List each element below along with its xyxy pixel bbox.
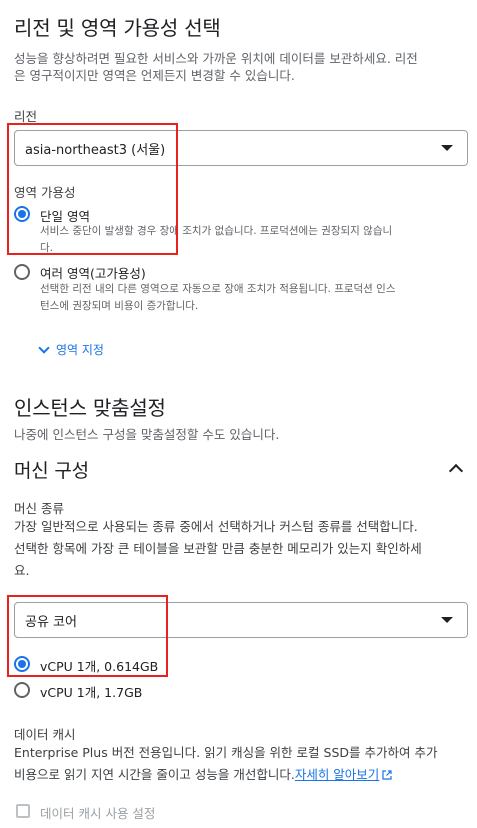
multi-zone-desc-line2: 턴스에 권장되며 비용이 증가합니다.: [40, 300, 199, 312]
region-description-line2: 은 영구적이지만 영역은 언제든지 변경할 수 있습니다.: [14, 68, 295, 83]
machine-section-title: 머신 구성: [14, 460, 89, 482]
instance-section-title: 인스턴스 맞춤설정: [14, 396, 166, 420]
data-cache-desc-line1: Enterprise Plus 버전 전용입니다. 읽기 캐싱을 위한 로컬 S…: [14, 745, 438, 760]
highlight-box-machine: [7, 595, 168, 677]
data-cache-checkbox-label: 데이터 캐시 사용 설정: [40, 806, 156, 821]
data-cache-checkbox[interactable]: [16, 804, 30, 818]
multi-zone-label: 여러 영역(고가용성): [40, 266, 146, 281]
machine-type-desc-line2: 선택한 항목에 가장 큰 테이블을 보관할 만큼 충분한 메모리가 있는지 확인…: [14, 541, 422, 556]
machine-type-label: 머신 종류: [14, 501, 64, 516]
external-link-icon: [382, 770, 392, 780]
multi-zone-desc-line1: 선택한 리전 내의 다른 영역으로 자동으로 장애 조치가 적용됩니다. 프로덕…: [40, 283, 396, 295]
learn-more-link[interactable]: 자세히 알아보기: [295, 767, 379, 782]
dropdown-arrow-icon: [441, 617, 453, 623]
specify-zone-label: 영역 지정: [56, 343, 104, 357]
vcpu-17-radio[interactable]: [14, 682, 30, 698]
data-cache-desc-line2-text: 비용으로 읽기 지연 시간을 줄이고 성능을 개선합니다.: [14, 767, 295, 782]
multi-zone-radio[interactable]: [14, 264, 30, 280]
machine-type-desc-line3: 요.: [14, 563, 30, 578]
region-section-title: 리전 및 영역 가용성 선택: [14, 16, 221, 40]
highlight-box-region: [7, 123, 178, 255]
specify-zone-link[interactable]: 영역 지정: [38, 341, 104, 358]
chevron-down-icon: [38, 342, 50, 354]
collapse-chevron-up-icon[interactable]: [448, 463, 464, 479]
vcpu-17-label: vCPU 1개, 1.7GB: [40, 685, 143, 700]
dropdown-arrow-icon: [441, 145, 453, 151]
machine-type-desc-line1: 가장 일반적으로 사용되는 종류 중에서 선택하거나 커스텀 종류를 선택합니다…: [14, 519, 418, 534]
instance-section-description: 나중에 인스턴스 구성을 맞춤설정할 수도 있습니다.: [14, 427, 280, 442]
data-cache-desc-line2: 비용으로 읽기 지연 시간을 줄이고 성능을 개선합니다.자세히 알아보기: [14, 764, 392, 786]
data-cache-title: 데이터 캐시: [14, 727, 76, 742]
